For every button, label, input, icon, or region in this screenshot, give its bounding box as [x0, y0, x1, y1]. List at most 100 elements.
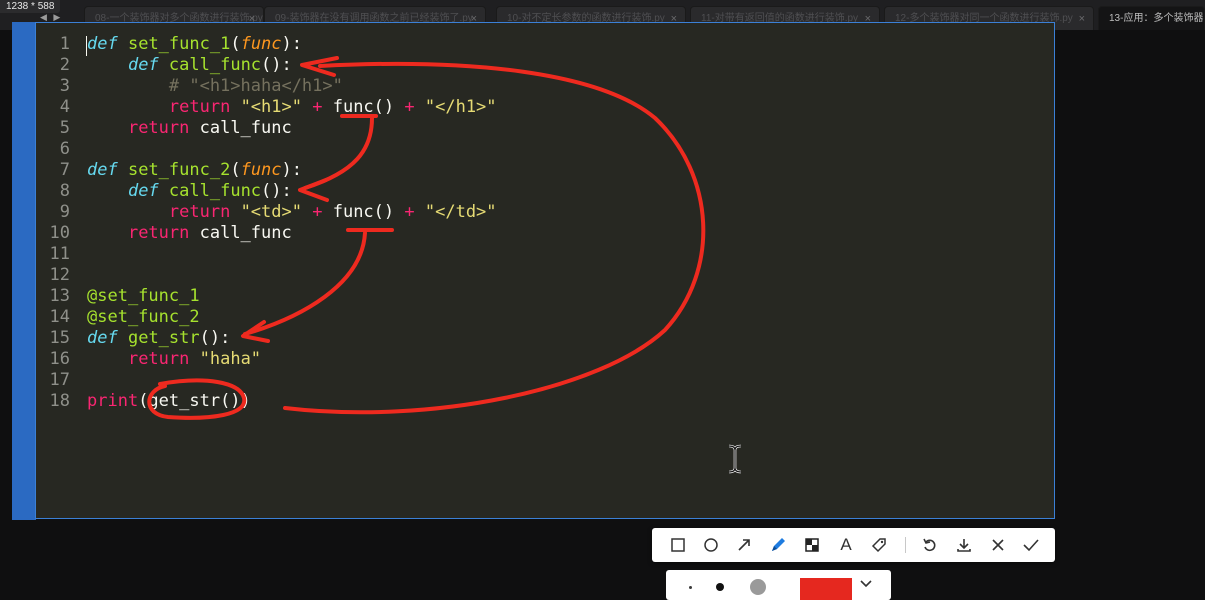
- code-line[interactable]: 11: [36, 244, 1054, 265]
- text-caret: [86, 36, 87, 56]
- code-token: # "<h1>haha</h1>": [87, 76, 343, 96]
- code-token: @set_func_1: [87, 286, 200, 306]
- ibeam-cursor-icon: [728, 444, 742, 474]
- code-line[interactable]: 5 return call_func: [36, 118, 1054, 139]
- code-token: (: [230, 34, 241, 54]
- code-line[interactable]: 13 @set_func_1: [36, 286, 1054, 307]
- download-icon[interactable]: [952, 533, 976, 557]
- brush-size-large[interactable]: [750, 579, 766, 595]
- code-token: ):: [281, 34, 303, 54]
- line-number: 16: [49, 349, 70, 369]
- code-text: return call_func: [87, 223, 292, 244]
- code-token: return: [127, 118, 190, 138]
- code-text: # "<h1>haha</h1>": [87, 76, 343, 97]
- code-token: def: [127, 55, 159, 75]
- code-line[interactable]: 14 @set_func_2: [36, 307, 1054, 328]
- mosaic-tool-icon[interactable]: [800, 533, 824, 557]
- code-line[interactable]: 16 return "haha": [36, 349, 1054, 370]
- line-number: 11: [49, 244, 70, 264]
- code-editor[interactable]: 1 def set_func_1(func): 2 def call_func():…: [35, 22, 1055, 519]
- code-token: ():: [261, 55, 292, 75]
- code-line[interactable]: 6: [36, 139, 1054, 160]
- code-token: func: [240, 160, 282, 180]
- code-token: +: [404, 97, 415, 117]
- code-token: func(): [322, 97, 405, 117]
- code-text: print(get_str()): [87, 391, 251, 412]
- code-line[interactable]: 8 def call_func():: [36, 181, 1054, 202]
- tab-close-icon[interactable]: ×: [1079, 7, 1085, 30]
- pen-options-bar: [666, 570, 891, 600]
- line-number: 5: [59, 118, 70, 138]
- line-number: 15: [49, 328, 70, 348]
- brush-size-medium[interactable]: [716, 583, 724, 591]
- code-token: @set_func_2: [87, 307, 200, 327]
- code-line[interactable]: 2 def call_func():: [36, 55, 1054, 76]
- code-token: +: [312, 97, 323, 117]
- line-number: 4: [59, 97, 70, 117]
- line-number: 14: [49, 307, 70, 327]
- text-tool-icon[interactable]: A: [834, 533, 858, 557]
- line-number: 2: [59, 55, 70, 75]
- undo-icon[interactable]: [918, 533, 942, 557]
- code-text: return "haha": [87, 349, 261, 370]
- code-token: "haha": [199, 349, 262, 369]
- brush-size-small[interactable]: [689, 586, 692, 589]
- code-token: return: [168, 202, 231, 222]
- rectangle-tool-icon[interactable]: [666, 533, 690, 557]
- code-token: "</td>": [424, 202, 497, 222]
- pen-tool-icon[interactable]: [766, 533, 790, 557]
- code-token: def: [127, 181, 159, 201]
- code-text: def set_func_2(func):: [87, 160, 302, 181]
- chevron-down-icon[interactable]: [858, 576, 874, 592]
- line-number: 18: [49, 391, 70, 411]
- code-line[interactable]: 3 # "<h1>haha</h1>": [36, 76, 1054, 97]
- code-token: call_func: [189, 223, 292, 243]
- tag-tool-icon[interactable]: [867, 533, 891, 557]
- code-line[interactable]: 4 return "<h1>" + func() + "</h1>": [36, 97, 1054, 118]
- tab-label: 13-应用：多个装饰器对: [1109, 13, 1205, 24]
- code-token: "</h1>": [424, 97, 497, 117]
- code-line[interactable]: 18 print(get_str()): [36, 391, 1054, 412]
- arrow-tool-icon[interactable]: [732, 533, 756, 557]
- code-line[interactable]: 10 return call_func: [36, 223, 1054, 244]
- code-line[interactable]: 9 return "<td>" + func() + "</td>": [36, 202, 1054, 223]
- code-text: @set_func_2: [87, 307, 200, 328]
- code-token: return: [127, 349, 190, 369]
- tab-13-active[interactable]: 13-应用：多个装饰器对: [1098, 6, 1205, 30]
- code-text: def get_str():: [87, 328, 230, 349]
- ellipse-tool-icon[interactable]: [699, 533, 723, 557]
- code-line[interactable]: 17: [36, 370, 1054, 391]
- code-line[interactable]: 12: [36, 265, 1054, 286]
- line-number: 12: [49, 265, 70, 285]
- cancel-icon[interactable]: [986, 533, 1010, 557]
- code-text: return "<h1>" + func() + "</h1>": [87, 97, 497, 118]
- code-token: return: [168, 97, 231, 117]
- line-number: 13: [49, 286, 70, 306]
- code-token: func(): [322, 202, 405, 222]
- code-token: def: [87, 160, 118, 180]
- code-line[interactable]: 15 def get_str():: [36, 328, 1054, 349]
- confirm-icon[interactable]: [1019, 533, 1043, 557]
- code-token: print: [87, 391, 139, 411]
- code-token: ():: [261, 181, 292, 201]
- code-text: def call_func():: [87, 55, 292, 76]
- code-text: return "<td>" + func() + "</td>": [87, 202, 497, 223]
- code-token: "<td>": [240, 202, 302, 222]
- code-token: get_str: [127, 328, 200, 348]
- line-number: 3: [59, 76, 70, 96]
- color-swatch[interactable]: [800, 578, 852, 600]
- code-token: def: [87, 34, 118, 54]
- code-line[interactable]: 7 def set_func_2(func):: [36, 160, 1054, 181]
- code-token: func: [240, 34, 282, 54]
- code-line[interactable]: 1 def set_func_1(func):: [36, 34, 1054, 55]
